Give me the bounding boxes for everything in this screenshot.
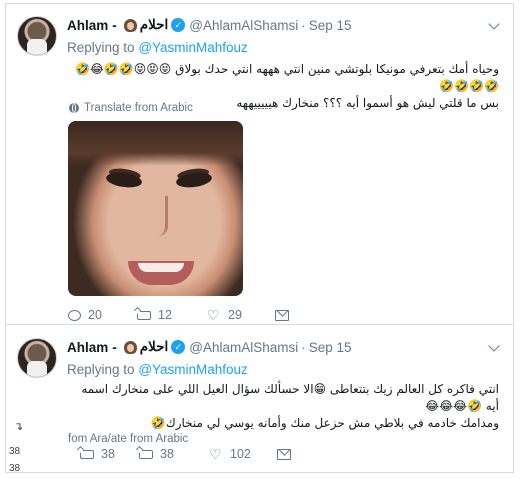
side-count: 38 <box>9 446 21 457</box>
side-count: 38 <box>9 463 21 474</box>
translate-label[interactable]: Translate from Arabic <box>84 102 193 114</box>
photo-eye <box>175 170 213 190</box>
envelope-icon <box>275 309 289 321</box>
translate-link[interactable]: fom Ara/ate from Arabic <box>68 433 188 445</box>
translate-label[interactable]: fom Ara/ate from Arabic <box>68 433 188 445</box>
chevron-down-icon[interactable] <box>489 20 499 30</box>
retweet-button[interactable]: 38 <box>80 447 139 461</box>
reply-icon <box>68 309 81 321</box>
avatar[interactable] <box>17 16 57 56</box>
author-name-arabic[interactable]: احلام <box>140 339 169 355</box>
tweet-text-line: وحياه أمك بتعرفي مونيكا بلوتشي منين انتي… <box>74 62 499 93</box>
hijab-emoji-icon <box>123 340 137 354</box>
side-arrow-mark: ↴ <box>14 421 24 433</box>
like-count: 29 <box>228 308 242 322</box>
heart-icon: ♡ <box>207 307 220 323</box>
hijab-emoji-icon <box>123 18 137 32</box>
globe-icon <box>69 103 79 113</box>
like-button[interactable]: ♡ 102 <box>209 447 277 461</box>
like-button[interactable]: ♡ 29 <box>207 308 275 322</box>
tweet-header: Ahlam - احلام ✓ @AhlamAlShamsi · Sep 15 <box>67 16 352 34</box>
retweet-count: 38 <box>101 447 115 461</box>
tweet-text: انتي فاكره كل العالم زيك بتتعاطى 😁الا حس… <box>67 381 499 432</box>
reply-count: 38 <box>160 447 174 461</box>
author-name[interactable]: Ahlam <box>67 340 108 355</box>
replying-to: Replying to @YasminMahfouz <box>67 40 248 55</box>
verified-badge-icon: ✓ <box>171 18 186 32</box>
direct-message-button[interactable] <box>275 309 289 321</box>
heart-icon: ♡ <box>209 446 222 462</box>
tweet[interactable]: Ahlam - احلام ✓ @AhlamAlShamsi · Sep 15 … <box>6 4 513 325</box>
name-separator: - <box>112 339 117 355</box>
reply-count: 20 <box>88 308 102 322</box>
photo-mouth <box>128 261 194 285</box>
retweet-button[interactable]: 12 <box>137 308 207 322</box>
tweet-header: Ahlam - احلام ✓ @AhlamAlShamsi · Sep 15 <box>67 338 352 356</box>
author-handle[interactable]: @AhlamAlShamsi <box>189 18 298 33</box>
chevron-down-icon[interactable] <box>489 342 499 352</box>
avatar[interactable] <box>17 338 57 378</box>
tweet-actions: 38 38 ♡ 102 <box>76 447 291 461</box>
tweet-date[interactable]: Sep 15 <box>309 340 352 355</box>
photo-eye <box>105 170 143 190</box>
separator-dot: · <box>301 17 306 33</box>
tweet-photo[interactable] <box>68 121 243 296</box>
tweet-actions: 20 12 ♡ 29 <box>68 308 289 322</box>
envelope-icon <box>277 448 291 460</box>
replying-to: Replying to @YasminMahfouz <box>67 362 248 377</box>
mention-link[interactable]: @YasminMahfouz <box>138 40 248 55</box>
photo-hair <box>68 121 243 166</box>
replying-prefix: Replying to <box>67 40 135 55</box>
retweet-icon <box>80 449 94 459</box>
author-name[interactable]: Ahlam <box>67 18 108 33</box>
timeline: Ahlam - احلام ✓ @AhlamAlShamsi · Sep 15 … <box>5 3 514 473</box>
mention-link[interactable]: @YasminMahfouz <box>138 362 248 377</box>
translate-link[interactable]: Translate from Arabic <box>69 102 193 114</box>
verified-badge-icon: ✓ <box>171 340 186 354</box>
separator-dot: · <box>301 339 306 355</box>
retweet-icon <box>137 310 151 320</box>
direct-message-button[interactable] <box>277 448 291 460</box>
replying-prefix: Replying to <box>67 362 135 377</box>
tweet-date[interactable]: Sep 15 <box>309 18 352 33</box>
retweet-count: 12 <box>158 308 172 322</box>
retweet-icon <box>139 449 153 459</box>
photo-nose <box>150 196 168 236</box>
author-name-arabic[interactable]: احلام <box>140 17 169 33</box>
tweet[interactable]: Ahlam - احلام ✓ @AhlamAlShamsi · Sep 15 … <box>6 326 513 472</box>
retweet-button[interactable]: 38 <box>139 447 209 461</box>
tweet-text-line: ومدامك خادمه في بلاطي مش حزعل منك وأمانه… <box>150 416 499 430</box>
like-count: 102 <box>230 447 251 461</box>
author-handle[interactable]: @AhlamAlShamsi <box>189 340 298 355</box>
name-separator: - <box>112 17 117 33</box>
tweet-text-line: انتي فاكره كل العالم زيك بتتعاطى 😁الا حس… <box>81 382 499 413</box>
reply-button[interactable]: 20 <box>68 308 137 322</box>
